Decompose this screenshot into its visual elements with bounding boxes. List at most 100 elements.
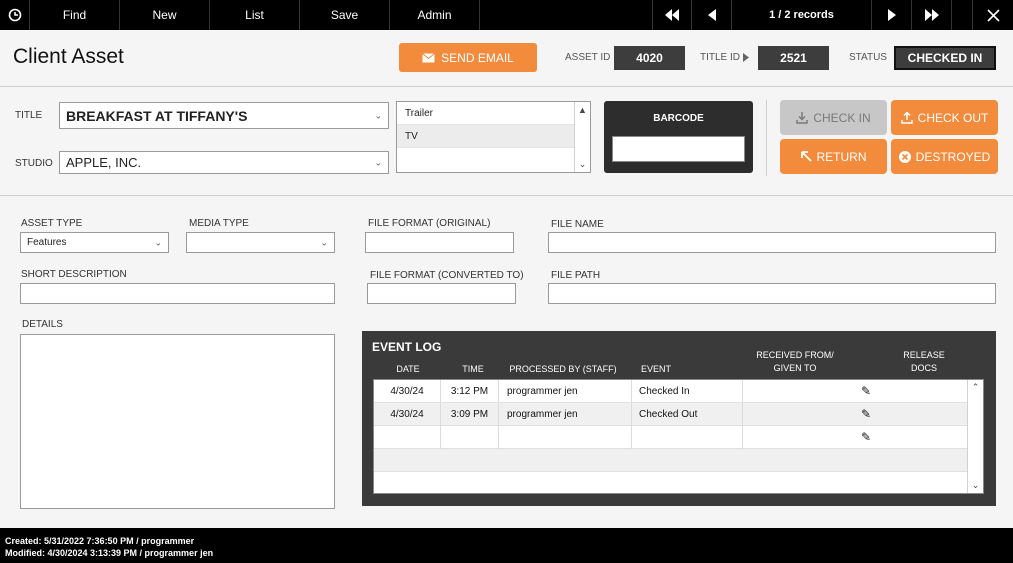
studio-dropdown[interactable]: APPLE, INC. ⌄ [59,151,389,174]
status-label: STATUS [849,52,887,63]
barcode-input[interactable] [612,136,745,162]
pencil-icon[interactable]: ✎ [859,407,873,421]
file-name-input[interactable] [548,232,996,253]
col-header-event: EVENT [640,364,671,374]
header-divider [0,86,1013,87]
first-record-button[interactable] [652,0,692,30]
new-button[interactable]: New [120,0,210,30]
app-logo-icon[interactable] [0,0,30,30]
col-header-time: TIME [462,364,484,374]
type-option-tv[interactable]: TV [397,125,574,148]
barcode-label: BARCODE [653,113,704,124]
form-divider [0,195,1013,196]
check-in-label: CHECK IN [813,110,871,125]
file-format-converted-label: FILE FORMAT (CONVERTED TO) [370,270,524,281]
col-header-release-docs: RELEASE DOCS [894,349,954,375]
title-dropdown[interactable]: BREAKFAST AT TIFFANY'S ⌄ [59,102,389,129]
col-header-received-from: RECEIVED FROM/ GIVEN TO [740,349,850,375]
envelope-icon [422,52,435,62]
file-path-input[interactable] [548,283,996,304]
event-log-table: 4/30/24 3:12 PM programmer jen Checked I… [373,379,984,494]
col-header-release-line2: DOCS [910,363,937,373]
file-name-label: FILE NAME [551,219,604,230]
title-id-value: 2521 [758,46,829,70]
check-out-button[interactable]: CHECK OUT [891,100,998,135]
scroll-down-icon[interactable]: ⌄ [575,157,590,172]
previous-record-button[interactable] [692,0,732,30]
chevron-right-icon [887,9,896,21]
check-out-label: CHECK OUT [917,110,989,125]
short-description-label: SHORT DESCRIPTION [21,269,127,280]
send-email-button[interactable]: SEND EMAIL [399,43,537,72]
top-toolbar: Find New List Save Admin 1 / 2 records [0,0,1013,30]
cell-event: Checked In [632,380,743,403]
file-format-converted-input[interactable] [367,283,516,304]
scroll-up-icon[interactable]: ⌃ [968,380,983,395]
chevron-down-icon: ⌄ [154,237,162,247]
cell-staff: programmer jen [499,380,632,403]
type-list-scrollbar[interactable]: ▲ ⌄ [574,102,590,172]
short-description-input[interactable] [20,283,335,304]
destroyed-label: DESTROYED [915,149,991,164]
title-id-arrow-icon[interactable] [743,53,749,62]
type-list[interactable]: Trailer TV ▲ ⌄ [396,101,591,173]
col-header-received-line1: RECEIVED FROM/ [756,350,834,360]
modified-info: Modified: 4/30/2024 3:13:39 PM / program… [5,548,214,558]
last-record-button[interactable] [912,0,952,30]
cell-date: 4/30/24 [374,380,441,403]
next-record-button[interactable] [872,0,912,30]
details-textarea[interactable] [20,334,335,509]
cell-staff [499,426,632,449]
status-badge: CHECKED IN [894,46,996,70]
chevron-down-icon: ⌄ [320,237,328,247]
event-log-title: EVENT LOG [372,340,442,354]
return-button[interactable]: RETURN [780,139,887,174]
title-value: BREAKFAST AT TIFFANY'S [66,107,248,124]
return-arrow-icon [800,151,812,162]
close-icon [986,8,1000,22]
col-header-processed-by: PROCESSED BY (STAFF) [509,364,617,374]
type-option-trailer[interactable]: Trailer [397,102,574,125]
check-in-button[interactable]: CHECK IN [780,100,887,135]
admin-button[interactable]: Admin [390,0,480,30]
find-button[interactable]: Find [30,0,120,30]
details-label: DETAILS [22,319,63,330]
file-format-original-label: FILE FORMAT (ORIGINAL) [368,218,491,229]
pencil-icon[interactable]: ✎ [859,384,873,398]
cell-date: 4/30/24 [374,403,441,426]
double-chevron-right-icon [924,9,939,21]
pencil-icon[interactable]: ✎ [859,430,873,444]
scroll-up-icon[interactable]: ▲ [575,102,590,117]
studio-label: STUDIO [15,158,53,169]
title-label: TITLE [15,110,43,121]
chevron-down-icon: ⌄ [374,157,382,167]
asset-type-dropdown[interactable]: Features ⌄ [20,232,169,253]
table-row [374,449,967,472]
cell-time: 3:09 PM [441,403,499,426]
media-type-dropdown[interactable]: ⌄ [186,232,335,253]
event-log-scrollbar[interactable]: ⌃ ⌄ [967,380,983,493]
table-row[interactable]: 4/30/24 3:12 PM programmer jen Checked I… [374,380,967,403]
col-header-date: DATE [396,364,420,374]
destroyed-button[interactable]: DESTROYED [891,139,998,174]
record-footer: Created: 5/31/2022 7:36:50 PM / programm… [0,528,1013,563]
list-button[interactable]: List [210,0,300,30]
asset-type-value: Features [27,237,67,248]
save-button[interactable]: Save [300,0,390,30]
event-log-panel: EVENT LOG DATE TIME PROCESSED BY (STAFF)… [362,331,996,506]
table-row[interactable]: 4/30/24 3:09 PM programmer jen Checked O… [374,403,967,426]
file-path-label: FILE PATH [551,270,601,281]
media-type-label: MEDIA TYPE [189,218,249,229]
cell-event: Checked Out [632,403,743,426]
close-button[interactable] [972,0,1013,30]
table-row[interactable]: ✎ [374,426,967,449]
cell-time: 3:12 PM [441,380,499,403]
created-info: Created: 5/31/2022 7:36:50 PM / programm… [5,536,195,546]
file-format-original-input[interactable] [365,232,514,253]
scroll-down-icon[interactable]: ⌄ [968,478,983,493]
col-header-release-line1: RELEASE [903,350,945,360]
actions-divider [766,100,767,176]
cell-event [632,426,743,449]
chevron-left-icon [707,9,716,21]
circle-x-icon [898,150,911,163]
